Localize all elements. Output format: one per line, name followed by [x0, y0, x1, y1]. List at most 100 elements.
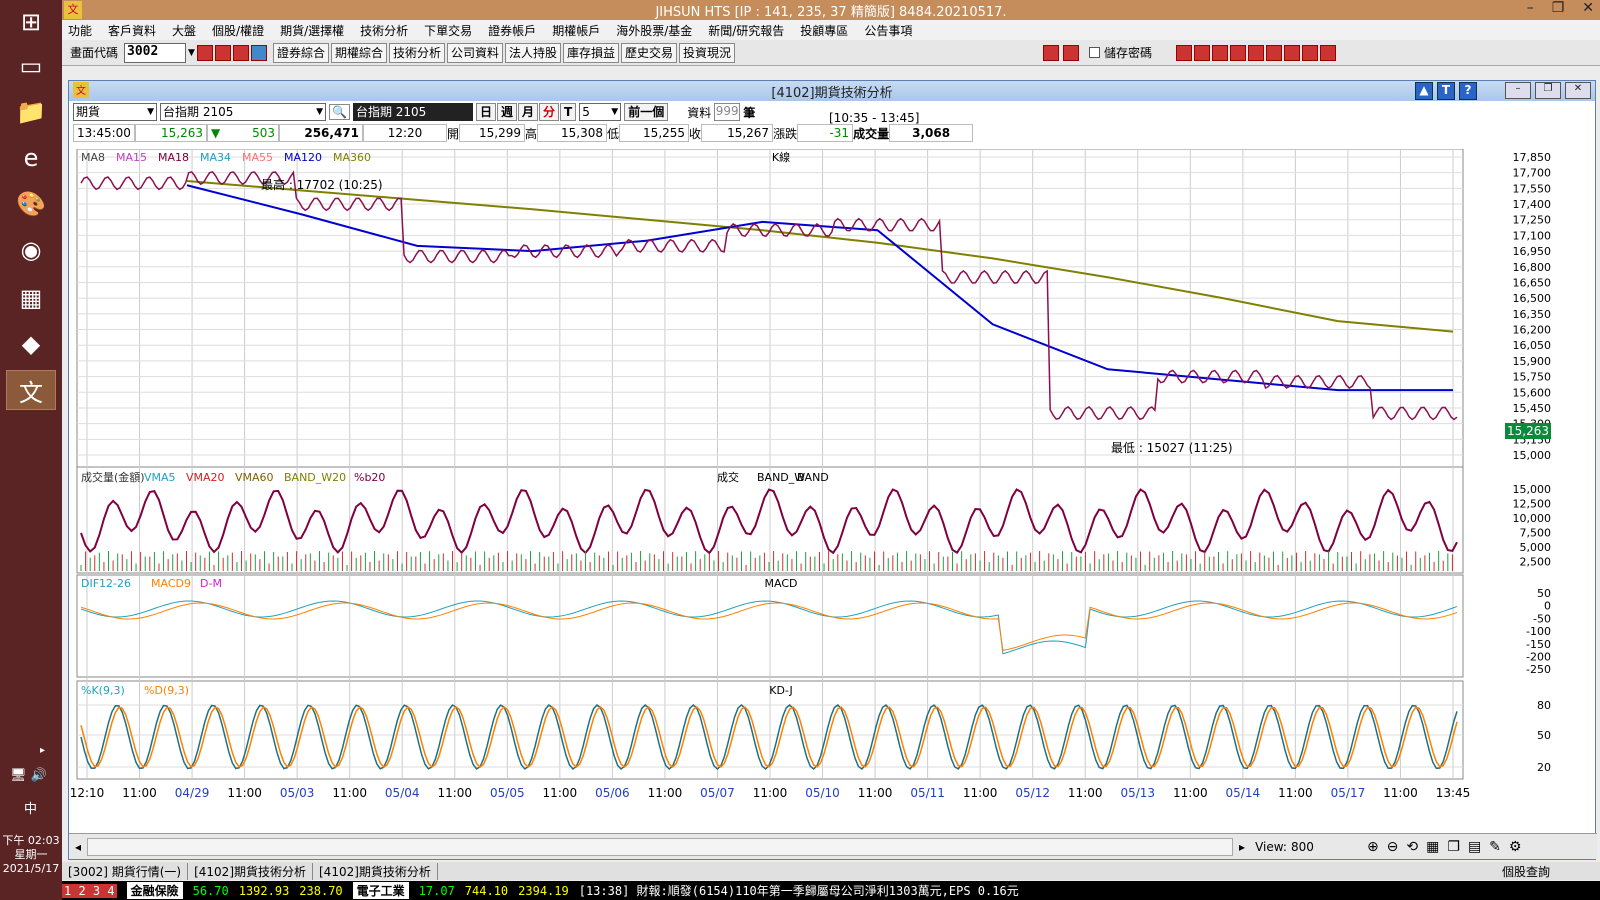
menu-item[interactable]: 證券帳戶	[488, 22, 536, 39]
horizontal-scrollbar[interactable]	[87, 837, 1234, 856]
menu-item[interactable]: 期貨/選擇權	[280, 22, 344, 39]
chart-area[interactable]: 12:10 11:00 04/29 11:00 05/03 11:00 05/04 11:00…	[70, 148, 1595, 809]
code-dropdown-icon[interactable]: ▼	[188, 48, 195, 58]
sector2-name[interactable]: 電子工業	[352, 882, 409, 899]
toolbar-button[interactable]: 公司資料	[446, 42, 503, 63]
toolbar-button[interactable]: 歷史交易	[621, 42, 678, 63]
save-pw-checkbox[interactable]	[1088, 47, 1100, 58]
close-value: 15,267	[701, 124, 774, 142]
scroll-right-icon[interactable]: ▸	[1233, 840, 1251, 854]
layout-icon[interactable]: ▤	[1468, 839, 1481, 855]
toolbar-button[interactable]: 投資現況	[679, 42, 736, 63]
windows-start-icon[interactable]: ⊞	[6, 2, 56, 42]
window-tab[interactable]: [4102]期貨技術分析	[313, 862, 438, 880]
tool-icon[interactable]	[1302, 44, 1318, 61]
sector1-name[interactable]: 金融保險	[126, 882, 183, 899]
toolbar-button[interactable]: 庫存損益	[563, 42, 620, 63]
toolbar-button[interactable]: 技術分析	[388, 42, 445, 63]
menu-item[interactable]: 投顧專區	[800, 22, 848, 39]
technical-chart[interactable]: 12:10 11:00 04/29 11:00 05/03 11:00 05/04 11:00…	[70, 148, 1595, 809]
stock-query-button[interactable]: 個股查詢	[1502, 863, 1550, 880]
news-ticker[interactable]: [13:38] 財報:順發(6154)110年第一季歸屬母公司淨利1303萬元,…	[579, 882, 1019, 899]
jihsun-app-icon[interactable]: 文	[6, 370, 56, 410]
minimize-icon[interactable]: –	[1527, 0, 1534, 16]
window-close-icon[interactable]: ✕	[1565, 82, 1591, 99]
minutes-select[interactable]: 5	[579, 103, 622, 121]
window-tab[interactable]: [3002] 期貨行情(一)	[62, 862, 189, 880]
pencil-icon[interactable]: ✎	[1489, 839, 1501, 855]
vol-tab[interactable]: 成交	[717, 470, 739, 484]
help-icon[interactable]: ?	[1459, 82, 1477, 100]
t-icon[interactable]: T	[1437, 82, 1455, 100]
tool-icon[interactable]	[1212, 44, 1228, 61]
tool-icon[interactable]	[1230, 44, 1246, 61]
code-input[interactable]: 3002	[124, 42, 187, 63]
window-restore-icon[interactable]: ❐	[1535, 82, 1561, 99]
internet-explorer-icon[interactable]: e	[6, 138, 56, 178]
x-tick-label: 11:00	[437, 786, 472, 800]
grid-icon[interactable]: ▦	[1426, 839, 1439, 855]
menu-item[interactable]: 大盤	[172, 22, 196, 39]
window-tab[interactable]: [4102]期貨技術分析	[188, 862, 313, 880]
copy-icon[interactable]: ❐	[1447, 839, 1460, 855]
chrome-icon[interactable]: ◉	[6, 230, 56, 270]
window-minimize-icon[interactable]: –	[1505, 82, 1531, 99]
tool-icon[interactable]	[1284, 44, 1300, 61]
menu-item[interactable]: 期權帳戶	[552, 22, 600, 39]
vol-tab[interactable]: BAND	[797, 471, 829, 484]
toolbar-button[interactable]: 證券綜合	[272, 42, 329, 63]
chart-icon[interactable]	[232, 44, 249, 61]
search-icon[interactable]	[196, 44, 213, 61]
zoom-out-icon[interactable]: ⊖	[1387, 839, 1399, 855]
system-clock[interactable]: 下午 02:03 星期一 2021/5/17	[0, 834, 62, 876]
sticky-notes-icon[interactable]: ◆	[6, 324, 56, 364]
period-button[interactable]: 月	[517, 103, 538, 121]
tool-icon[interactable]	[1266, 44, 1282, 61]
tool-icon[interactable]	[1176, 44, 1192, 61]
zoom-in-icon[interactable]: ⊕	[1367, 839, 1379, 855]
spreadsheet-icon[interactable]: ▦	[6, 278, 56, 318]
prev-icon[interactable]	[1042, 44, 1059, 61]
up-icon[interactable]: ▲	[1415, 82, 1433, 100]
view-value[interactable]: 800	[1291, 840, 1347, 854]
next-icon[interactable]	[1062, 44, 1079, 61]
market-select[interactable]: 期貨	[73, 103, 157, 121]
menu-item[interactable]: 技術分析	[360, 22, 408, 39]
ime-indicator[interactable]: 中	[24, 798, 37, 817]
period-button[interactable]: 分	[539, 103, 560, 121]
search-product-icon[interactable]: 🔍	[329, 104, 350, 120]
expand-arrow-icon[interactable]: ▸	[40, 745, 45, 756]
window-icon[interactable]	[214, 44, 231, 61]
network-volume-icon[interactable]: 🖥 🔊	[10, 768, 47, 783]
data-count-input[interactable]: 999	[714, 103, 741, 121]
period-button[interactable]: T	[560, 103, 577, 121]
tool-icon[interactable]	[1194, 44, 1210, 61]
dropdown-icon[interactable]	[250, 44, 267, 61]
file-explorer-icon[interactable]: 📁	[6, 92, 56, 132]
menu-item[interactable]: 海外股票/基金	[616, 22, 692, 39]
scroll-left-icon[interactable]: ◂	[69, 840, 87, 854]
desktop-icon[interactable]: ▭	[6, 46, 56, 86]
product-select[interactable]: 台指期 2105	[160, 103, 326, 121]
paint-icon[interactable]: 🎨	[6, 184, 56, 224]
macd-y-tick: -250	[1526, 663, 1551, 676]
menu-item[interactable]: 下單交易	[424, 22, 472, 39]
menu-item[interactable]: 客戶資料	[108, 22, 156, 39]
toolbar-button[interactable]: 法人持股	[505, 42, 562, 63]
close-icon[interactable]: ✕	[1582, 0, 1594, 16]
period-button[interactable]: 週	[496, 103, 517, 121]
tool-icon[interactable]	[1248, 44, 1264, 61]
menu-item[interactable]: 新聞/研究報告	[708, 22, 784, 39]
x-tick-label: 05/07	[700, 786, 735, 800]
menu-item[interactable]: 功能	[68, 22, 92, 39]
k-y-tick: 17,400	[1513, 198, 1552, 211]
restore-icon[interactable]: ❐	[1552, 0, 1565, 16]
tool-icon[interactable]	[1320, 44, 1336, 61]
menu-item[interactable]: 個股/權證	[212, 22, 264, 39]
period-button[interactable]: 日	[475, 103, 496, 121]
reset-icon[interactable]: ⟲	[1406, 839, 1418, 855]
settings-icon[interactable]: ⚙	[1509, 839, 1522, 855]
menu-item[interactable]: 公告事項	[864, 22, 912, 39]
toolbar-button[interactable]: 期權綜合	[330, 42, 387, 63]
prev-product-button[interactable]: 前一個	[624, 103, 669, 121]
